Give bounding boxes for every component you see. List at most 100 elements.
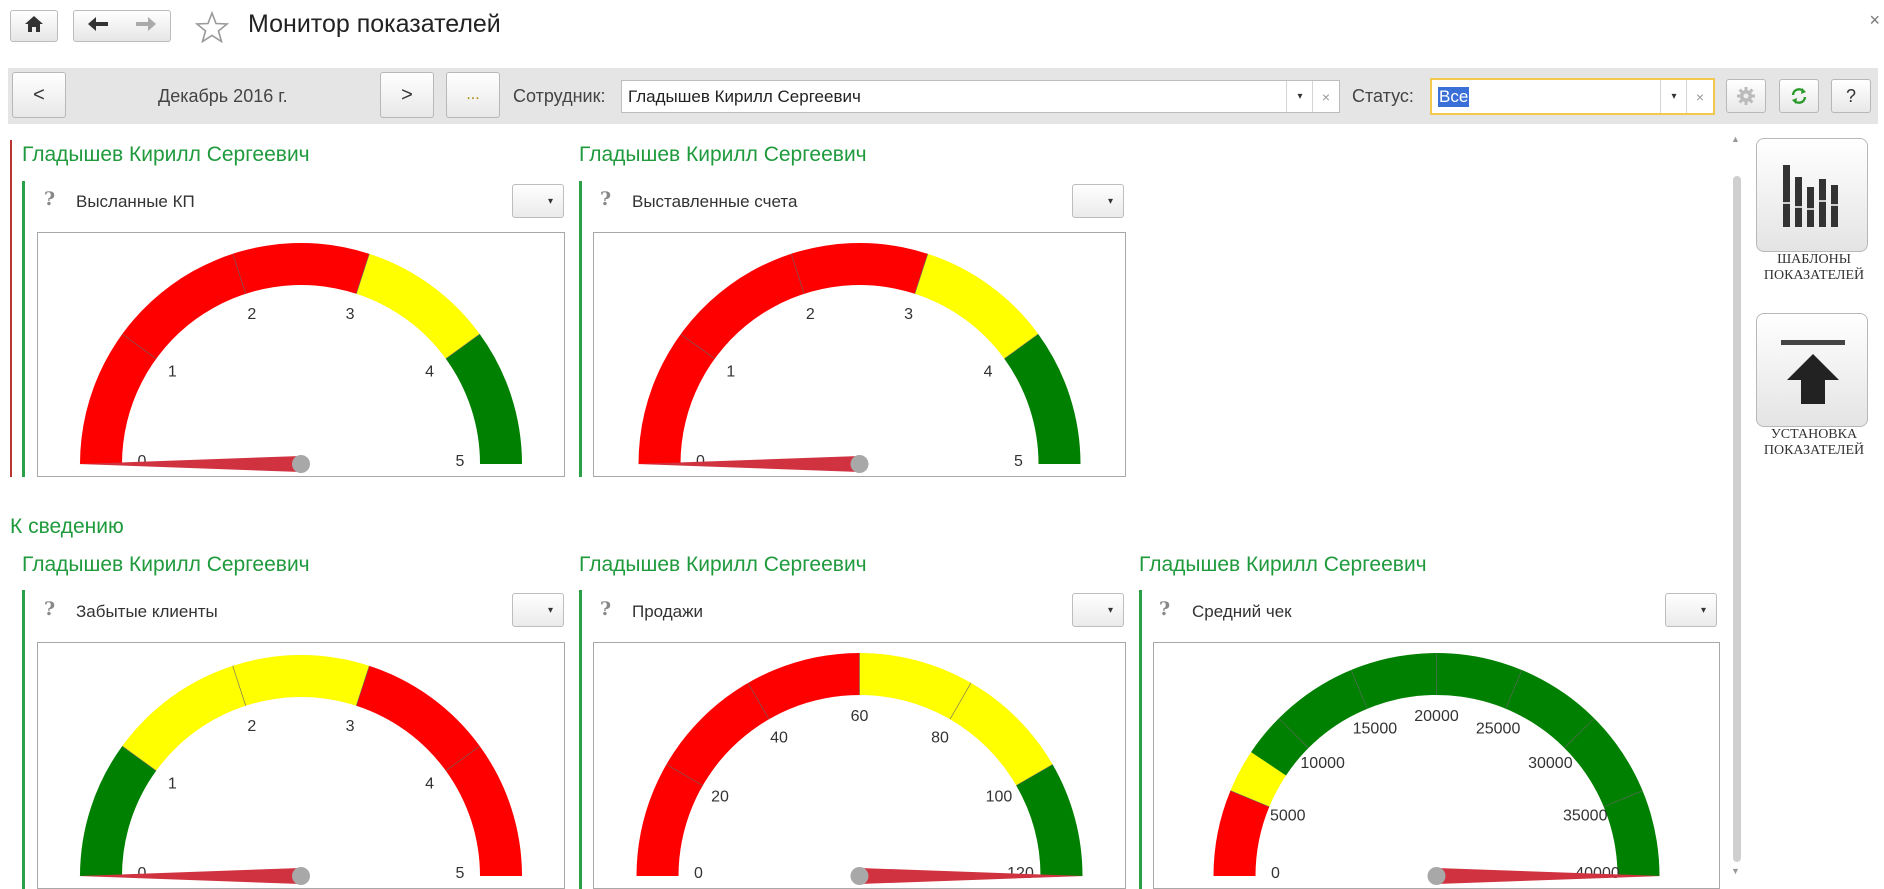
gauge-band [859,653,1053,786]
gauge-tick-label: 40 [770,730,788,747]
help-icon[interactable]: ? [44,598,55,620]
gauge-tick-label: 1 [168,776,177,793]
back-button[interactable] [87,16,109,37]
group-title: К сведению [10,515,124,538]
gauge-hub [1427,867,1446,885]
indicator-title: Средний чек [1192,602,1292,621]
indicator-menu-button[interactable]: ▾ [1665,593,1717,627]
gauge-chart: 0 1 2 3 4 5 [78,655,522,885]
card-marker [579,590,582,889]
help-button[interactable]: ? [1831,79,1871,113]
gauge-tick-label: 0 [138,453,147,470]
gauge-band [122,655,370,771]
card-marker [22,181,25,477]
gauge-tick-label: 25000 [1476,720,1521,737]
gauge-chart: 020406080100120 [636,653,1085,885]
employee-name: Гладышев Кирилл Сергеевич [1139,553,1427,576]
employee-name: Гладышев Кирилл Сергеевич [22,553,310,576]
close-button[interactable]: × [1869,10,1880,31]
scroll-up-arrow[interactable]: ▲ [1731,134,1740,144]
employee-name: Гладышев Кирилл Сергеевич [22,143,310,166]
indicator-menu-button[interactable]: ▾ [512,184,564,218]
gauge-band [1004,334,1081,464]
gauge-tick-label: 3 [346,718,355,735]
indicator-menu-button[interactable]: ▾ [512,593,564,627]
gear-icon [1737,87,1755,105]
help-icon[interactable]: ? [1159,598,1170,620]
gauge-tick-label: 15000 [1353,720,1398,737]
history-nav [73,10,171,42]
indicator-title: Выставленные счета [632,192,798,211]
install-label: УСТАНОВКА ПОКАЗАТЕЛЕЙ [1763,427,1865,458]
gauge-band [356,253,480,359]
gauge-tick-label: 20000 [1414,708,1459,725]
employee-field[interactable]: Гладышев Кирилл Сергеевич ▾ × [621,80,1340,113]
status-label: Статус: [1352,86,1414,106]
help-icon[interactable]: ? [44,188,55,210]
forward-button[interactable] [135,16,157,37]
employee-dropdown-button[interactable]: ▾ [1286,81,1313,112]
gauge-hub [850,455,869,473]
home-icon [24,15,44,38]
settings-button[interactable] [1726,79,1766,113]
gauge-band [80,242,370,464]
gauge-band [636,653,860,876]
prev-period-button[interactable]: < [12,72,66,118]
gauge-panel: 0 1 2 3 4 5 [37,232,565,477]
gauge-band [356,665,522,876]
indicator-menu-button[interactable]: ▾ [1072,593,1124,627]
favorite-button[interactable] [194,10,230,48]
gauge-tick-label: 30000 [1528,755,1573,772]
templates-button[interactable] [1756,138,1868,252]
gauge-band [80,746,157,876]
indicator-title: Забытые клиенты [76,602,218,621]
gauge-tick-label: 80 [931,730,949,747]
choose-period-button[interactable]: ... [446,72,500,118]
gauge-chart: 0 1 2 3 4 5 [636,242,1081,473]
card-marker [579,181,582,477]
indicator-menu-button[interactable]: ▾ [1072,184,1124,218]
gauge-band [1016,764,1083,876]
gauge-tick-label: 10000 [1300,755,1345,772]
card-marker [22,590,25,889]
employee-name: Гладышев Кирилл Сергеевич [579,553,867,576]
bar-chart-icon [1783,165,1838,227]
gauge-hub [850,867,869,885]
page-title: Монитор показателей [248,10,501,38]
gauge-tick-label: 0 [1271,865,1280,882]
gauge-tick-label: 3 [346,306,355,323]
employee-value: Гладышев Кирилл Сергеевич [628,86,861,106]
star-icon [194,10,230,44]
employee-name: Гладышев Кирилл Сергеевич [579,143,867,166]
status-dropdown-button[interactable]: ▾ [1660,80,1687,113]
group-marker [10,140,12,477]
gauge-panel: 0 20 40 60 80 100 120 [593,642,1126,889]
next-period-button[interactable]: > [380,72,434,118]
gauge-tick-label: 20 [711,789,729,806]
gauge-tick-label: 5 [456,865,465,882]
arrow-left-icon [88,16,108,31]
gauge-tick-label: 1 [726,364,735,381]
status-field[interactable]: Все ▾ × [1430,78,1715,115]
help-icon[interactable]: ? [600,598,611,620]
install-button[interactable] [1756,313,1868,427]
gauge-band [445,334,522,464]
help-icon[interactable]: ? [600,188,611,210]
gauge-tick-label: 100 [986,789,1013,806]
gauge-tick-label: 5000 [1270,807,1306,824]
gauge-hub [292,867,310,885]
gauge-panel: 0 5000 10000 15000 20000 25000 30000 35000 40000 [1153,642,1720,889]
home-button[interactable] [10,10,58,42]
gauge-tick-label: 4 [425,776,434,793]
scrollbar-thumb[interactable] [1733,176,1741,862]
indicator-title: Высланные КП [76,192,195,211]
refresh-button[interactable] [1779,79,1819,113]
upload-arrow-icon [1781,340,1845,404]
status-clear-button[interactable]: × [1686,80,1713,113]
gauge-tick-label: 35000 [1563,807,1608,824]
employee-clear-button[interactable]: × [1312,81,1339,112]
arrow-right-icon [136,16,156,31]
scroll-down-arrow[interactable]: ▼ [1731,866,1740,876]
gauge-tick-label: 5 [456,453,465,470]
indicator-title: Продажи [632,602,703,621]
